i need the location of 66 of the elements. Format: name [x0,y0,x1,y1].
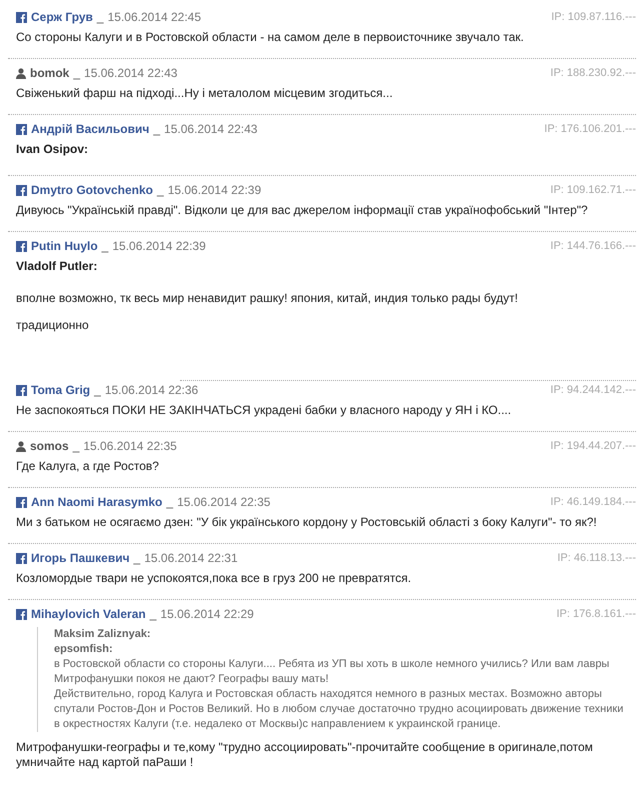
comment-text: Свіженький фарш на підході...Ну і металолом місцевим згодиться... [16,86,394,101]
facebook-icon [16,608,27,620]
quoted-author: Maksim Zaliznyak: [54,627,152,642]
comment-text: традиционно [16,318,90,333]
ip-address: IP: 109.87.116.--- [551,10,636,25]
separator: _ [73,65,80,82]
author-name[interactable]: Андрій Васильович [31,120,150,138]
author-name[interactable]: Mihaylovich Valeran [31,605,146,623]
author-name[interactable]: Dmytro Gotovchenko [31,181,154,199]
comment-date: 15.06.2014 22:31 [144,550,238,567]
ip-address: IP: 46.118.13.--- [557,550,636,566]
comment-text: вполне возможно, тк весь мир ненавидит рашку! япония, китай, индия только рады будут! [16,291,519,306]
author-name[interactable]: bomok [30,64,70,82]
ip-address: IP: 144.76.166.--- [550,238,636,254]
author-name[interactable]: Игорь Пашкевич [31,549,130,567]
person-icon [16,68,26,78]
ip-address: IP: 176.8.161.--- [556,606,636,622]
separator: _ [153,121,160,138]
facebook-icon [16,552,27,564]
comment-text: Где Калуга, а где Ростов? [16,459,160,474]
facebook-icon [16,124,27,134]
comment-date: 15.06.2014 22:35 [177,494,270,511]
facebook-icon [16,496,27,508]
facebook-icon [16,184,27,196]
comment-text: Не заспокояться ПОКИ НЕ ЗАКІНЧАТЬСЯ украдені бабки у власного народу у ЯН і КО.... [16,403,512,418]
ip-address: IP: 109.162.71.--- [550,182,636,198]
ip-address: IP: 94.244.142.--- [550,382,636,398]
comment-text: Со стороны Калуги и в Ростовской области - на самом деле в первоисточнике звучало так. [16,30,525,45]
ip-address: IP: 46.149.184.--- [550,494,636,510]
comment-text: Ми з батьком не осягаємо дзен: "У бік українського кордону у Ростовській області з боку Калуги"- то як?! [16,515,598,530]
facebook-icon [16,384,27,396]
ip-address: IP: 194.44.207.--- [550,438,636,454]
author-name[interactable]: Ann Naomi Harasymko [31,493,162,511]
ip-address: IP: 188.230.92.--- [550,66,636,81]
separator: _ [72,438,80,455]
separator: _ [157,182,164,199]
comment-date: 15.06.2014 22:36 [104,382,198,399]
comment-date: 15.06.2014 22:39 [112,238,206,255]
separator: _ [94,382,101,399]
comment-text: Дивуюсь "Українській правді". Відколи це для вас джерелом інформації став українофобський "Інтер"? [16,203,589,218]
comment-date: 15.06.2014 22:43 [164,121,258,138]
quoted-author: Vladolf Putler: [16,259,98,274]
separator: _ [102,238,108,255]
author-name[interactable]: Putin Huylo [31,237,98,255]
person-icon [16,440,26,452]
separator: _ [134,550,140,567]
quoted-author: Ivan Osipov: [16,142,90,157]
author-name[interactable]: Toma Grig [31,381,90,399]
facebook-icon [16,12,27,22]
comment-date: 15.06.2014 22:35 [83,438,177,455]
comment-text: Митрофанушки-географы и те,кому "трудно ассоциировать"-прочитайте сообщение в оригинале,потом умничайте над картой паРаши ! [16,740,594,770]
separator: _ [150,606,156,623]
author-name[interactable]: Серж Грув [31,8,93,26]
author-name[interactable]: somos [30,437,69,455]
comment-date: 15.06.2014 22:43 [84,65,178,82]
facebook-icon [16,240,27,252]
quoted-author: epsomfish: [54,642,114,657]
comment-date: 15.06.2014 22:29 [160,606,254,623]
separator: _ [96,9,104,26]
ip-address: IP: 176.106.201.--- [544,122,636,137]
separator: _ [166,494,174,511]
quote-text: в Ростовской области со стороны Калуги.... Ребята из УП вы хоть в школе немного учились? Или вам лавры Митрофанушки покоя не дают? Географы вашу мать! [54,657,610,687]
quote-text: Действительно, город Калуга и Ростовская область находятся немного в разных местах. Возможно авторы спутали Ростов-Дон и Ростов Великий. Но в любом случае достаточно трудно асоциировать движение техники в окрестностях Калуги (т.е. недалеко от Москвы)с направлением к украинской границе. [54,687,624,732]
comment-date: 15.06.2014 22:45 [108,9,202,26]
comment-text: Козломордые твари не успокоятся,пока все в груз 200 не превратятся. [16,571,412,586]
comment-date: 15.06.2014 22:39 [168,182,262,199]
